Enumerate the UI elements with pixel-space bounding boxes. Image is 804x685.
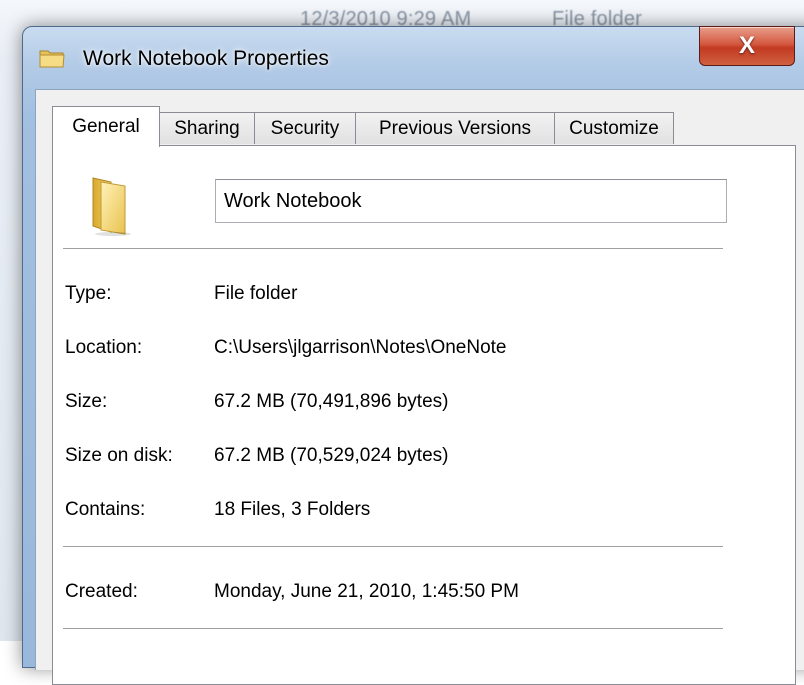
tab-label: Security: [270, 117, 340, 139]
contains-label: Contains:: [65, 499, 146, 520]
tab-strip: General Sharing Security Previous Versio…: [52, 106, 804, 147]
separator: [63, 546, 723, 548]
contains-value: 18 Files, 3 Folders: [214, 499, 371, 520]
size-value: 67.2 MB (70,491,896 bytes): [214, 391, 449, 412]
size-on-disk-value: 67.2 MB (70,529,024 bytes): [214, 445, 449, 466]
separator: [63, 628, 723, 630]
folder-icon: [39, 50, 65, 68]
general-tab-panel: Type: File folder Location: C:\Users\jlg…: [52, 145, 796, 685]
created-value: Monday, June 21, 2010, 1:45:50 PM: [214, 581, 519, 602]
title-bar[interactable]: Work Notebook Properties X: [23, 26, 804, 89]
tab-label: General: [72, 116, 140, 137]
tab-security[interactable]: Security: [254, 112, 356, 144]
tab-sharing[interactable]: Sharing: [159, 112, 255, 144]
folder-icon: [92, 177, 131, 236]
folder-name-input[interactable]: [215, 179, 727, 223]
location-value: C:\Users\jlgarrison\Notes\OneNote: [214, 337, 507, 358]
size-label: Size:: [65, 391, 108, 412]
tab-previous-versions[interactable]: Previous Versions: [355, 112, 555, 144]
size-on-disk-label: Size on disk:: [65, 445, 173, 466]
tab-label: Previous Versions: [378, 117, 532, 139]
dialog-title: Work Notebook Properties: [83, 47, 329, 70]
close-button[interactable]: X: [699, 26, 795, 66]
tab-label: Customize: [569, 117, 659, 139]
tab-label: Sharing: [174, 117, 240, 139]
properties-dialog: Work Notebook Properties X General Shari…: [22, 26, 804, 685]
created-label: Created:: [65, 581, 138, 602]
dialog-client-area: General Sharing Security Previous Versio…: [35, 89, 804, 685]
location-label: Location:: [65, 337, 143, 358]
type-value: File folder: [214, 283, 298, 304]
type-label: Type:: [65, 283, 112, 304]
tab-general[interactable]: General: [52, 106, 160, 147]
separator: [63, 248, 723, 250]
tab-customize[interactable]: Customize: [554, 112, 674, 144]
close-icon: X: [738, 32, 755, 59]
